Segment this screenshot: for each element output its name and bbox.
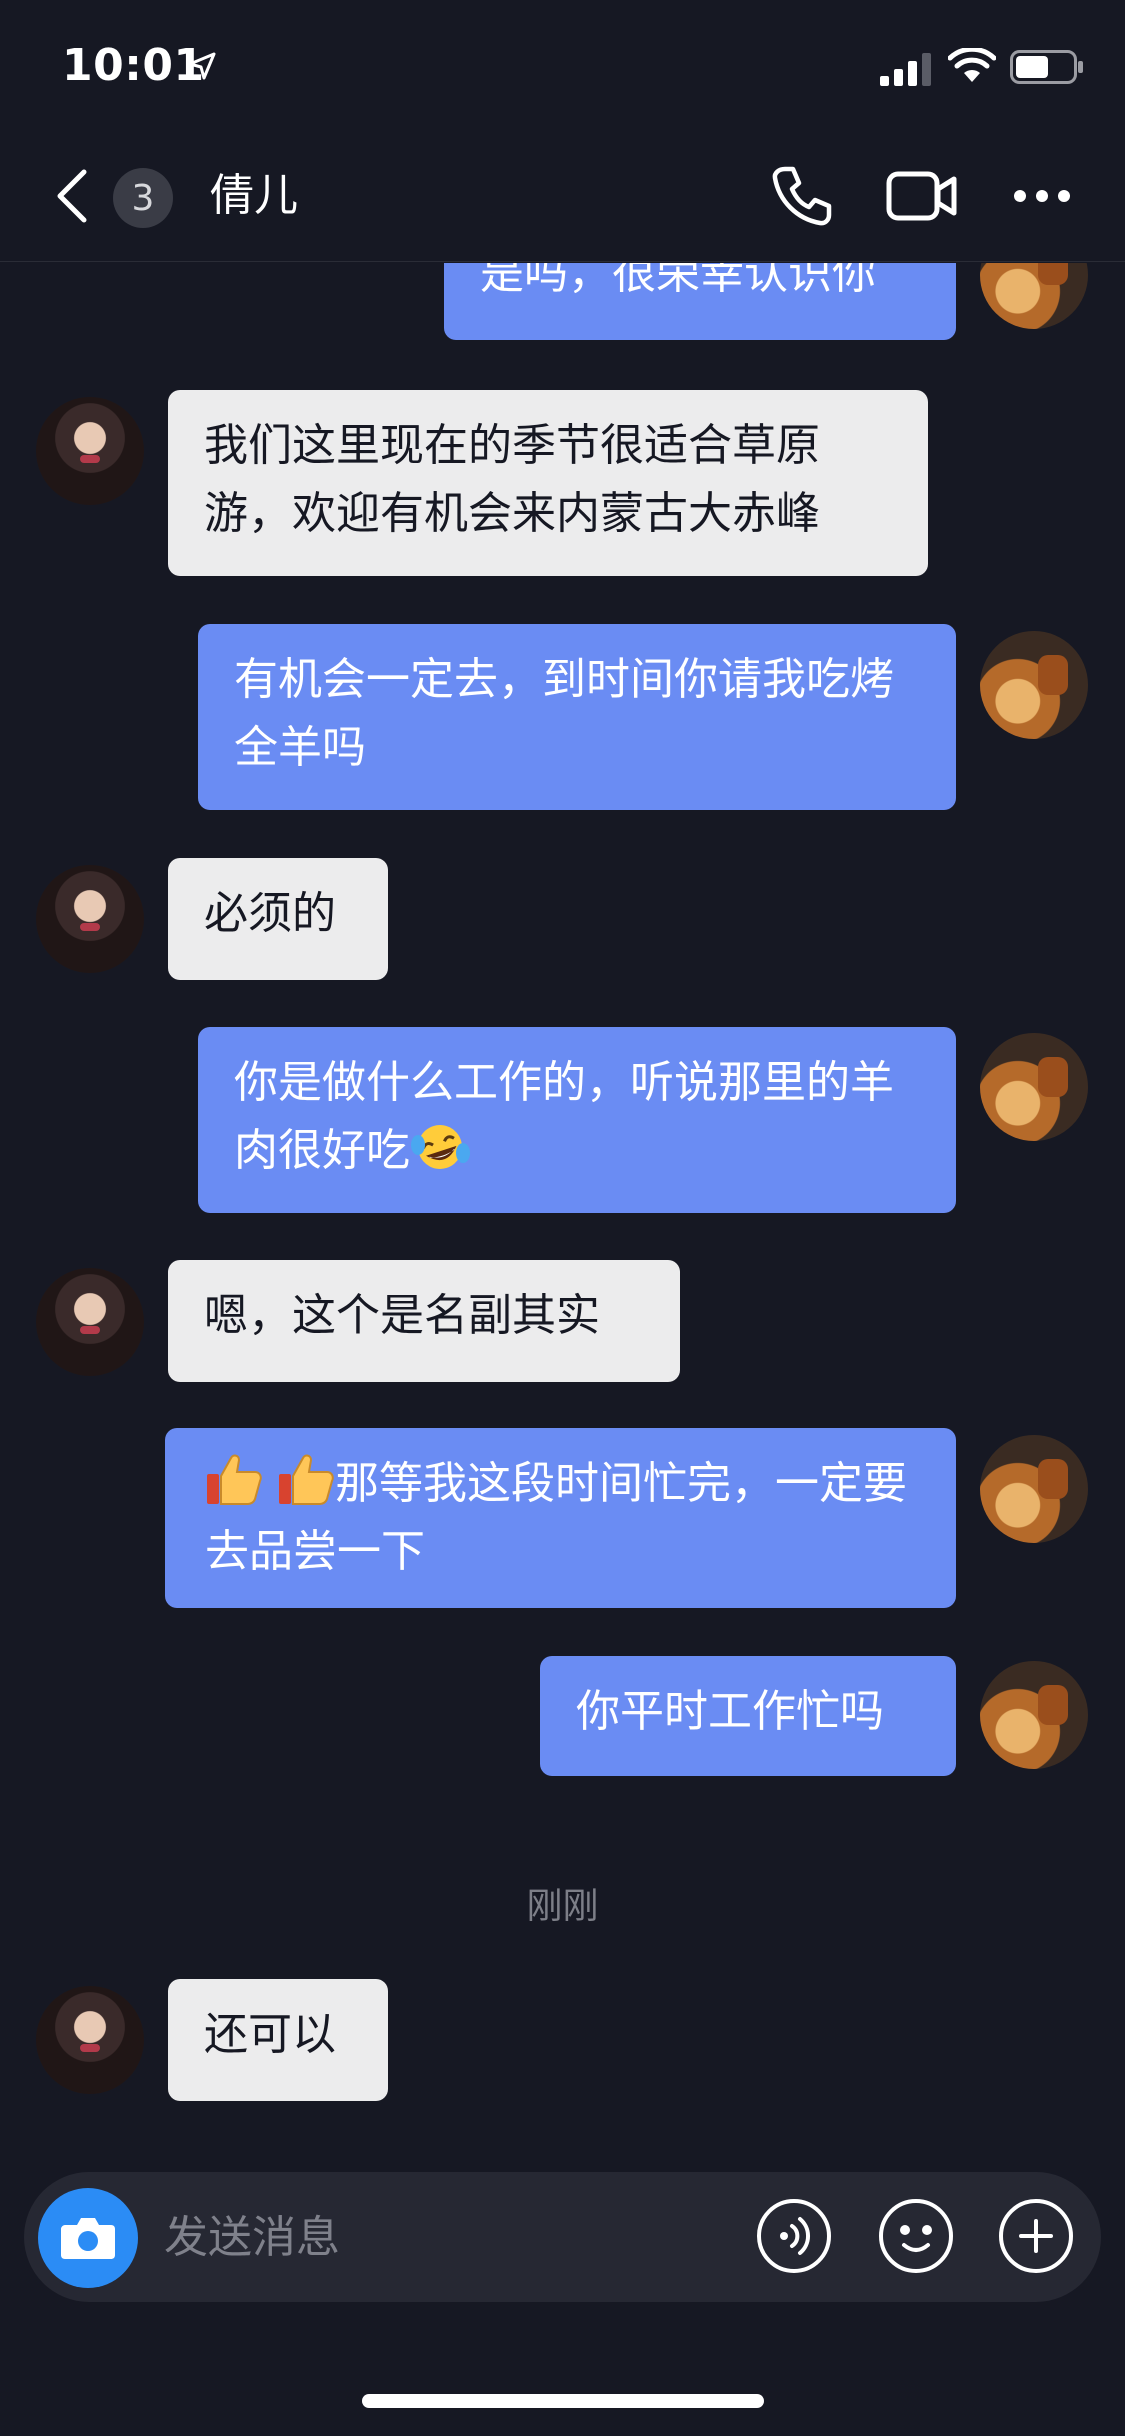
laughing-tears-emoji bbox=[411, 1125, 470, 1169]
thumbs-up-emoji bbox=[207, 1454, 262, 1505]
message-input[interactable] bbox=[164, 2202, 724, 2272]
message-text: 我们这里现在的季节很适合草原游，欢迎有机会来内蒙古大赤峰 bbox=[204, 420, 820, 539]
message-text: 是吗，很荣幸认识你 bbox=[480, 263, 876, 299]
battery-icon bbox=[1010, 50, 1083, 84]
message-bubble-outgoing[interactable]: 那等我这段时间忙完，一定要去品尝一下 bbox=[165, 1428, 956, 1608]
message-text: 必须的 bbox=[204, 888, 336, 939]
message-bubble-incoming[interactable]: 必须的 bbox=[168, 858, 388, 980]
chat-header: 3 倩儿 bbox=[0, 132, 1125, 262]
message-bubble-incoming[interactable]: 嗯，这个是名副其实 bbox=[168, 1260, 680, 1382]
message-bubble-incoming[interactable]: 我们这里现在的季节很适合草原游，欢迎有机会来内蒙古大赤峰 bbox=[168, 390, 928, 576]
message-text: 你是做什么工作的，听说那里的羊肉很好吃 bbox=[234, 1057, 894, 1176]
message-text: 有机会一定去，到时间你请我吃烤全羊吗 bbox=[234, 654, 894, 773]
message-bubble-incoming[interactable]: 还可以 bbox=[168, 1979, 388, 2101]
voice-call-button[interactable] bbox=[768, 162, 836, 230]
voice-message-button[interactable] bbox=[754, 2196, 834, 2276]
message-bubble-outgoing[interactable]: 是吗，很荣幸认识你 bbox=[444, 263, 956, 340]
status-bar: 10:01 bbox=[0, 0, 1125, 132]
message-text: 你平时工作忙吗 bbox=[576, 1686, 884, 1737]
status-time: 10:01 bbox=[62, 40, 205, 91]
camera-icon bbox=[61, 2218, 115, 2259]
unread-count-badge[interactable]: 3 bbox=[113, 168, 173, 228]
chat-screen: 10:01 3 倩儿 是吗，很荣幸认识你 我们这里现在的季节很适合草原游，欢迎有… bbox=[0, 0, 1125, 2436]
more-actions-button[interactable] bbox=[996, 2196, 1076, 2276]
plus-icon bbox=[999, 2199, 1073, 2273]
timestamp-divider: 刚刚 bbox=[526, 1886, 599, 1927]
camera-button[interactable] bbox=[38, 2188, 138, 2288]
message-bubble-outgoing[interactable]: 你平时工作忙吗 bbox=[540, 1656, 956, 1776]
more-dots-icon bbox=[1014, 190, 1070, 202]
video-camera-icon bbox=[886, 171, 957, 221]
emoji-button[interactable] bbox=[876, 2196, 956, 2276]
message-text: 还可以 bbox=[204, 2009, 336, 2060]
contact-avatar[interactable] bbox=[36, 1986, 144, 2094]
thumbs-up-emoji bbox=[279, 1454, 334, 1505]
wifi-icon bbox=[948, 48, 996, 82]
my-avatar[interactable] bbox=[980, 1033, 1088, 1141]
message-text: 嗯，这个是名副其实 bbox=[204, 1290, 600, 1341]
my-avatar[interactable] bbox=[980, 631, 1088, 739]
location-arrow-icon bbox=[188, 52, 216, 80]
contact-avatar[interactable] bbox=[36, 865, 144, 973]
back-button[interactable] bbox=[42, 166, 102, 226]
message-bubble-outgoing[interactable]: 有机会一定去，到时间你请我吃烤全羊吗 bbox=[198, 624, 956, 810]
video-call-button[interactable] bbox=[886, 162, 958, 230]
contact-name[interactable]: 倩儿 bbox=[210, 166, 298, 226]
message-bubble-outgoing[interactable]: 你是做什么工作的，听说那里的羊肉很好吃 bbox=[198, 1027, 956, 1213]
my-avatar[interactable] bbox=[980, 263, 1088, 329]
emoji-face-icon bbox=[879, 2199, 953, 2273]
more-options-button[interactable] bbox=[1010, 162, 1074, 230]
message-input-bar bbox=[24, 2172, 1101, 2302]
signal-icon bbox=[880, 53, 931, 86]
back-chevron-icon bbox=[57, 169, 87, 223]
my-avatar[interactable] bbox=[980, 1661, 1088, 1769]
home-indicator[interactable] bbox=[362, 2394, 764, 2408]
message-list[interactable]: 是吗，很荣幸认识你 我们这里现在的季节很适合草原游，欢迎有机会来内蒙古大赤峰 有… bbox=[0, 263, 1125, 2163]
phone-icon bbox=[772, 166, 832, 226]
contact-avatar[interactable] bbox=[36, 1268, 144, 1376]
contact-avatar[interactable] bbox=[36, 397, 144, 505]
my-avatar[interactable] bbox=[980, 1435, 1088, 1543]
voice-icon bbox=[757, 2199, 831, 2273]
